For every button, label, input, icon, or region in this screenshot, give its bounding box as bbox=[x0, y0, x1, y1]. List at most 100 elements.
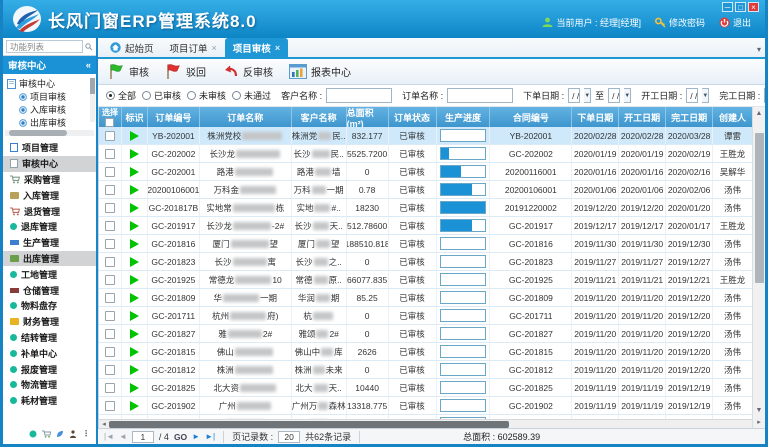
tab-项目订单[interactable]: 项目订单× bbox=[162, 38, 225, 57]
next-page-icon[interactable]: ► bbox=[192, 432, 200, 441]
column-header-生产进度[interactable]: 生产进度 bbox=[437, 107, 491, 127]
column-header-合同编号[interactable]: 合同编号 bbox=[490, 107, 572, 127]
radio-全部[interactable]: 全部 bbox=[106, 89, 136, 102]
person-icon[interactable] bbox=[69, 430, 77, 438]
page-number-input[interactable] bbox=[132, 431, 154, 443]
chevron-down-icon[interactable]: ▼ bbox=[624, 88, 631, 103]
table-row[interactable]: GC-201812株洲株洲未来0已审核GC-2018122019/11/2020… bbox=[99, 361, 752, 379]
row-checkbox[interactable] bbox=[105, 221, 115, 231]
sidebar-item-11[interactable]: 财务管理 bbox=[3, 314, 96, 330]
tab-close-icon[interactable]: × bbox=[275, 43, 280, 53]
last-page-icon[interactable]: ►| bbox=[205, 432, 215, 441]
change-password-button[interactable]: 修改密码 bbox=[655, 16, 705, 29]
toolbar-button-审核[interactable]: 审核 bbox=[108, 63, 149, 80]
maximize-button[interactable]: □ bbox=[735, 2, 746, 12]
column-header-总面积(m²)[interactable]: 总面积(m²) bbox=[347, 107, 389, 127]
table-row[interactable]: GC-201925常德龙10常德原..266077.835..已审核GC-201… bbox=[99, 271, 752, 289]
table-row[interactable]: GC-201917长沙龙-2#长沙天..8512.78600..已审核GC-20… bbox=[99, 217, 752, 235]
tab-close-icon[interactable]: × bbox=[212, 43, 217, 53]
row-checkbox[interactable] bbox=[105, 239, 115, 249]
chevron-down-icon[interactable]: ▼ bbox=[702, 88, 709, 103]
row-checkbox[interactable] bbox=[105, 203, 115, 213]
sidebar-item-2[interactable]: 采购管理 bbox=[3, 172, 96, 188]
table-row[interactable]: GC-201902广州广州万森林13318.775已审核GC-201902201… bbox=[99, 397, 752, 415]
row-select-cell[interactable] bbox=[99, 379, 122, 396]
row-select-cell[interactable] bbox=[99, 361, 122, 378]
close-button[interactable]: × bbox=[748, 2, 759, 12]
row-select-cell[interactable] bbox=[99, 307, 122, 324]
first-page-icon[interactable]: |◄ bbox=[104, 432, 114, 441]
table-row[interactable]: GC-201825北大资北大天..10440已审核GC-2018252019/1… bbox=[99, 379, 752, 397]
column-header-开工日期[interactable]: 开工日期 bbox=[619, 107, 666, 127]
row-checkbox[interactable] bbox=[105, 293, 115, 303]
column-header-订单状态[interactable]: 订单状态 bbox=[389, 107, 437, 127]
leaf-icon[interactable] bbox=[56, 430, 64, 438]
row-checkbox[interactable] bbox=[105, 329, 115, 339]
tab-项目审核[interactable]: 项目审核× bbox=[225, 38, 288, 57]
collapse-icon[interactable]: « bbox=[86, 60, 91, 71]
table-row[interactable]: GC-201809华一期华润期85.25已审核GC-2018092019/11/… bbox=[99, 289, 752, 307]
row-checkbox[interactable] bbox=[105, 149, 115, 159]
table-row[interactable]: GC-202002长沙龙长沙民..65525.7200..已审核GC-20200… bbox=[99, 145, 752, 163]
row-select-cell[interactable] bbox=[99, 181, 122, 198]
sidebar-item-12[interactable]: 结转管理 bbox=[3, 330, 96, 346]
toolbar-button-报表中心[interactable]: 报表中心 bbox=[289, 64, 351, 79]
column-header-下单日期[interactable]: 下单日期 bbox=[572, 107, 619, 127]
more-icon[interactable]: ⋮ bbox=[82, 430, 90, 438]
minimize-button[interactable]: ─ bbox=[722, 2, 733, 12]
go-button[interactable]: GO bbox=[174, 432, 187, 442]
customer-name-input[interactable] bbox=[326, 88, 392, 103]
tree-item-root[interactable]: 审核中心 bbox=[7, 77, 96, 90]
table-row[interactable]: GC-202001路港路港墙0已审核202001160012020/01/162… bbox=[99, 163, 752, 181]
order-name-input[interactable] bbox=[447, 88, 513, 103]
table-row[interactable]: GC-201711杭州府)杭0已审核GC-2017112019/11/20201… bbox=[99, 307, 752, 325]
scroll-left-icon[interactable]: ◂ bbox=[99, 420, 109, 428]
radio-已审核[interactable]: 已审核 bbox=[142, 89, 181, 102]
column-header-订单名称[interactable]: 订单名称 bbox=[200, 107, 292, 127]
row-checkbox[interactable] bbox=[105, 365, 115, 375]
scroll-up-icon[interactable]: ▲ bbox=[753, 107, 765, 119]
row-checkbox[interactable] bbox=[105, 185, 115, 195]
order-date-from-input[interactable]: / / bbox=[568, 88, 580, 103]
tab-起始页[interactable]: 起始页 bbox=[102, 38, 162, 57]
sidebar-item-3[interactable]: 入库管理 bbox=[3, 187, 96, 203]
tree-item-1[interactable]: 入库审核 bbox=[7, 103, 96, 116]
column-header-选择[interactable]: 选择 bbox=[99, 107, 122, 127]
toolbar-button-反审核[interactable]: 反审核 bbox=[222, 64, 273, 79]
column-header-标识[interactable]: 标识 bbox=[122, 107, 148, 127]
row-select-cell[interactable] bbox=[99, 271, 122, 288]
row-select-cell[interactable] bbox=[99, 217, 122, 234]
chevron-down-icon[interactable]: ▼ bbox=[584, 88, 591, 103]
sidebar-item-10[interactable]: 物料盘存 bbox=[3, 298, 96, 314]
row-select-cell[interactable] bbox=[99, 289, 122, 306]
cart-icon[interactable] bbox=[42, 430, 51, 438]
horizontal-scrollbar[interactable]: ◂ bbox=[99, 419, 752, 428]
pin-icon[interactable] bbox=[85, 43, 93, 51]
horizontal-scroll-thumb[interactable] bbox=[109, 421, 509, 428]
row-select-cell[interactable] bbox=[99, 253, 122, 270]
radio-未通过[interactable]: 未通过 bbox=[232, 89, 271, 102]
column-header-订单编号[interactable]: 订单编号 bbox=[148, 107, 200, 127]
row-checkbox[interactable] bbox=[105, 311, 115, 321]
tree-item-0[interactable]: 项目审核 bbox=[7, 90, 96, 103]
sidebar-item-6[interactable]: 生产管理 bbox=[3, 235, 96, 251]
table-row[interactable]: GC-201823长沙寓长沙之..0已审核GC-2018232019/11/27… bbox=[99, 253, 752, 271]
prev-page-icon[interactable]: ◄ bbox=[119, 432, 127, 441]
row-checkbox[interactable] bbox=[105, 257, 115, 267]
row-checkbox[interactable] bbox=[105, 401, 115, 411]
column-header-创建人[interactable]: 创建人 bbox=[713, 107, 752, 127]
sidebar-item-0[interactable]: 项目管理 bbox=[3, 140, 96, 156]
sidebar-item-9[interactable]: 仓储管理 bbox=[3, 282, 96, 298]
sidebar-item-1[interactable]: 审核中心 bbox=[3, 156, 96, 172]
toolbar-button-驳回[interactable]: 驳回 bbox=[165, 63, 206, 80]
sidebar-item-7[interactable]: 出库管理 bbox=[3, 251, 96, 267]
logout-button[interactable]: 退出 bbox=[719, 16, 751, 29]
vertical-scrollbar[interactable]: ▲ ▼ ▸ bbox=[752, 107, 765, 428]
table-row[interactable]: GC-201827雅2#雅颂2#0已审核GC-2018272019/11/202… bbox=[99, 325, 752, 343]
row-checkbox[interactable] bbox=[105, 167, 115, 177]
row-select-cell[interactable] bbox=[99, 145, 122, 162]
vertical-scroll-thumb[interactable] bbox=[755, 133, 764, 283]
column-header-完工日期[interactable]: 完工日期 bbox=[666, 107, 713, 127]
table-row[interactable]: GC-201817B实地常栋实地#..18230已审核2019122000220… bbox=[99, 199, 752, 217]
table-row[interactable]: GC-201815佛山佛山中库2626已审核GC-2018152019/11/2… bbox=[99, 343, 752, 361]
